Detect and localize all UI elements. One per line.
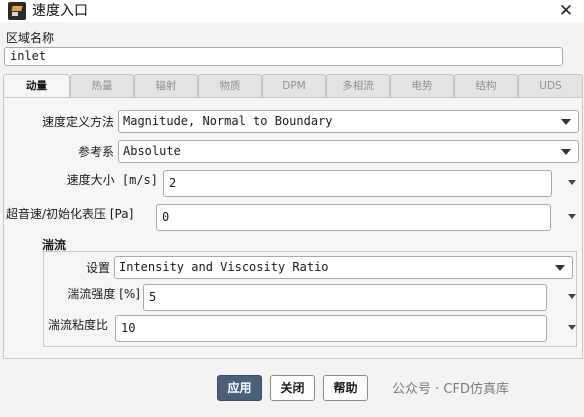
tab-radiation[interactable]: 辐射: [134, 74, 198, 98]
velocity-magnitude-label: 速度大小 [m/s]: [66, 173, 158, 187]
tab-species[interactable]: 物质: [198, 74, 262, 98]
chevron-down-icon: [555, 265, 565, 271]
tab-thermal[interactable]: 热量: [70, 74, 134, 98]
turbulence-intensity-input[interactable]: 5: [143, 284, 547, 311]
turbulence-spec-label: 设置: [85, 261, 110, 275]
reference-frame-select[interactable]: Absolute: [118, 140, 579, 163]
tab-potential[interactable]: 电势: [390, 74, 454, 98]
watermark-text: 公众号 · CFD仿真库: [392, 382, 509, 397]
turbulence-intensity-label: 湍流强度 [%]: [67, 287, 140, 301]
reference-frame-label: 参考系: [77, 145, 114, 159]
velocity-magnitude-dropdown-icon[interactable]: [568, 180, 576, 185]
tab-structure[interactable]: 结构: [454, 74, 518, 98]
turbulence-spec-select[interactable]: Intensity and Viscosity Ratio: [114, 256, 573, 279]
turbulence-intensity-dropdown-icon[interactable]: [568, 294, 576, 299]
help-button[interactable]: 帮助: [323, 375, 368, 401]
velocity-spec-select[interactable]: Magnitude, Normal to Boundary: [118, 110, 579, 133]
apply-button[interactable]: 应用: [217, 375, 262, 401]
viscosity-ratio-input[interactable]: 10: [115, 315, 547, 342]
window-title: 速度入口: [32, 3, 88, 19]
tab-multiphase[interactable]: 多相流: [326, 74, 390, 98]
tab-uds[interactable]: UDS: [518, 74, 583, 98]
tab-bar: 动量 热量 辐射 物质 DPM 多相流 电势 结构 UDS: [3, 74, 583, 98]
gauge-pressure-dropdown-icon[interactable]: [568, 214, 576, 219]
zone-name-input[interactable]: inlet: [4, 47, 563, 66]
tab-momentum[interactable]: 动量: [3, 74, 70, 98]
chevron-down-icon: [561, 149, 571, 155]
reference-frame-value: Absolute: [123, 144, 181, 158]
turbulence-spec-value: Intensity and Viscosity Ratio: [119, 260, 329, 274]
viscosity-ratio-dropdown-icon[interactable]: [568, 325, 576, 330]
chevron-down-icon: [561, 119, 571, 125]
close-window-icon[interactable]: ✕: [552, 0, 580, 22]
viscosity-ratio-label: 湍流粘度比: [48, 318, 109, 332]
fluent-app-icon: [8, 2, 26, 20]
velocity-spec-value: Magnitude, Normal to Boundary: [123, 114, 333, 128]
zone-name-label: 区域名称: [6, 31, 55, 45]
velocity-magnitude-input[interactable]: 2: [163, 170, 552, 197]
velocity-spec-label: 速度定义方法: [41, 115, 114, 129]
close-button[interactable]: 关闭: [270, 375, 315, 401]
gauge-pressure-input[interactable]: 0: [156, 204, 551, 231]
tab-dpm[interactable]: DPM: [262, 74, 326, 98]
gauge-pressure-label: 超音速/初始化表压 [Pa]: [6, 207, 134, 221]
